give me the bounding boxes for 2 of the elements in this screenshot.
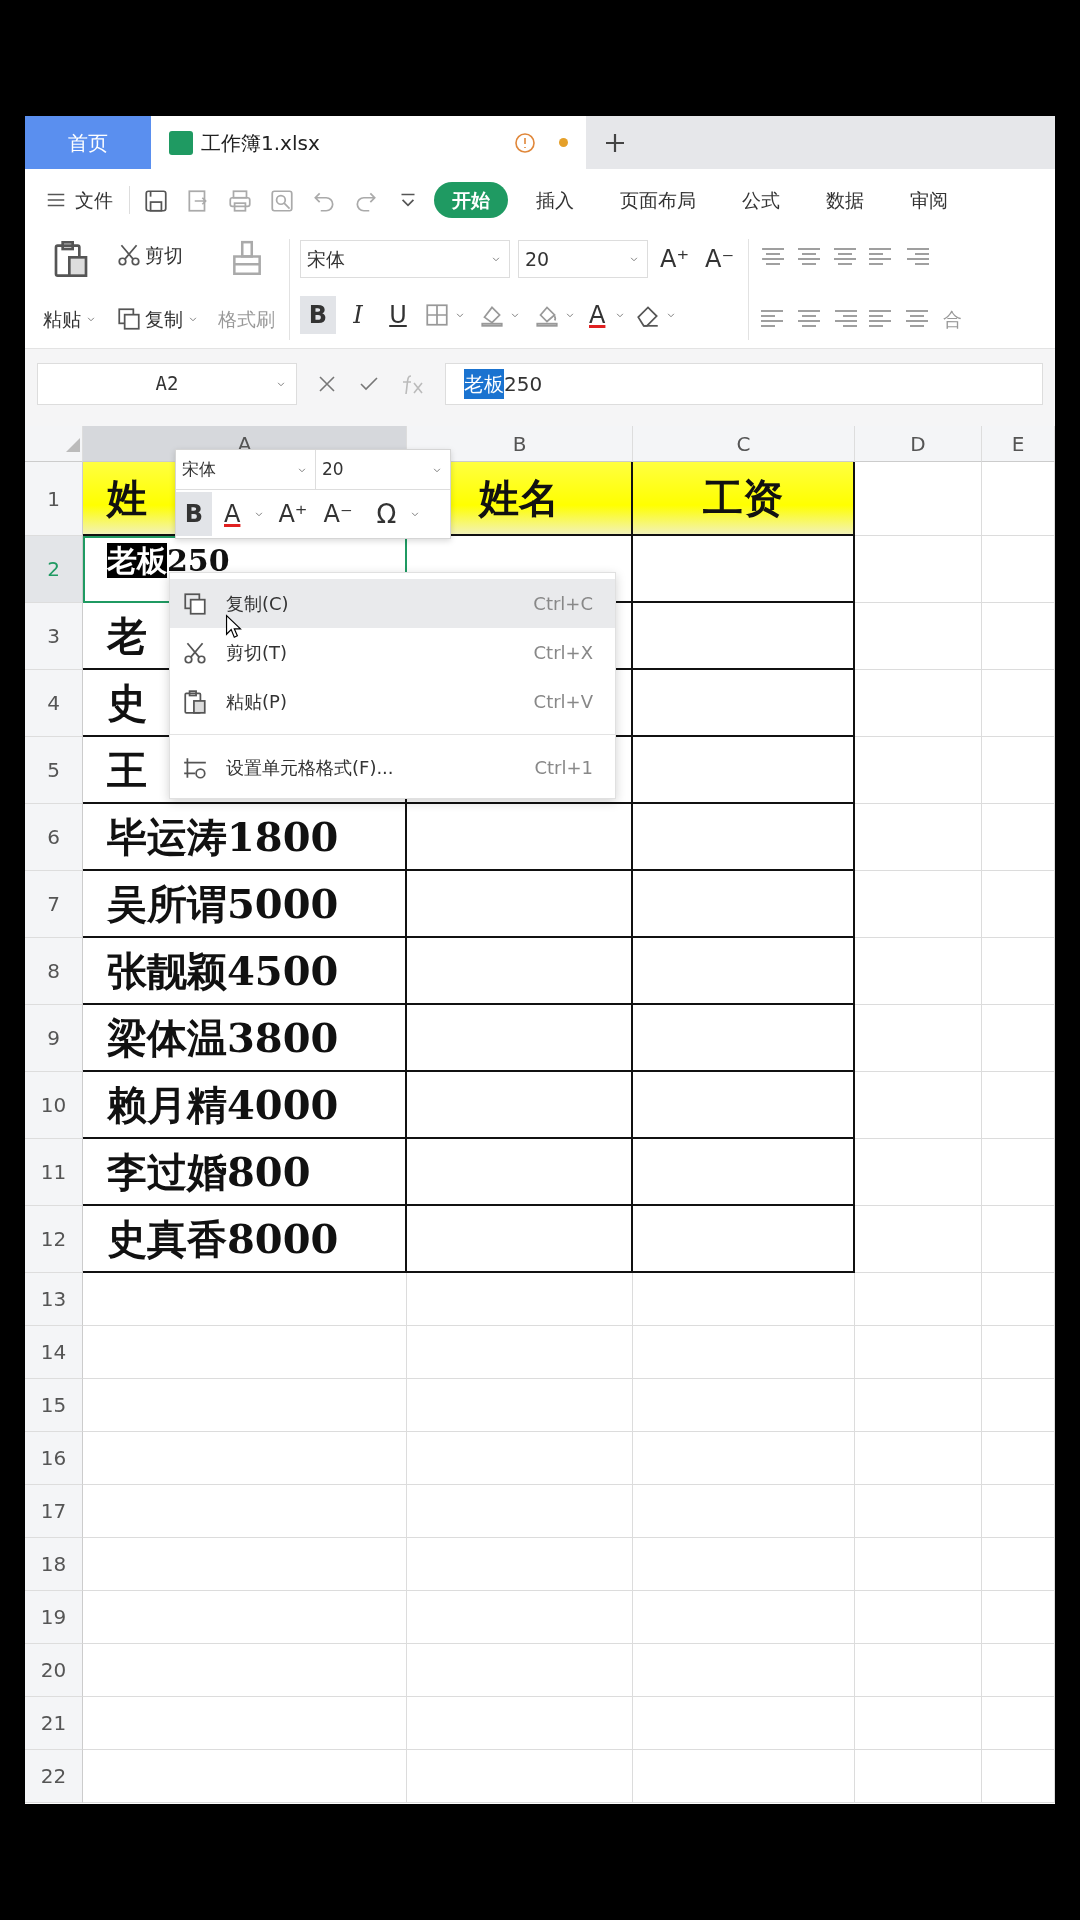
file-name: 工作簿1.xlsx <box>201 129 320 157</box>
file-menu-label: 文件 <box>75 187 113 213</box>
